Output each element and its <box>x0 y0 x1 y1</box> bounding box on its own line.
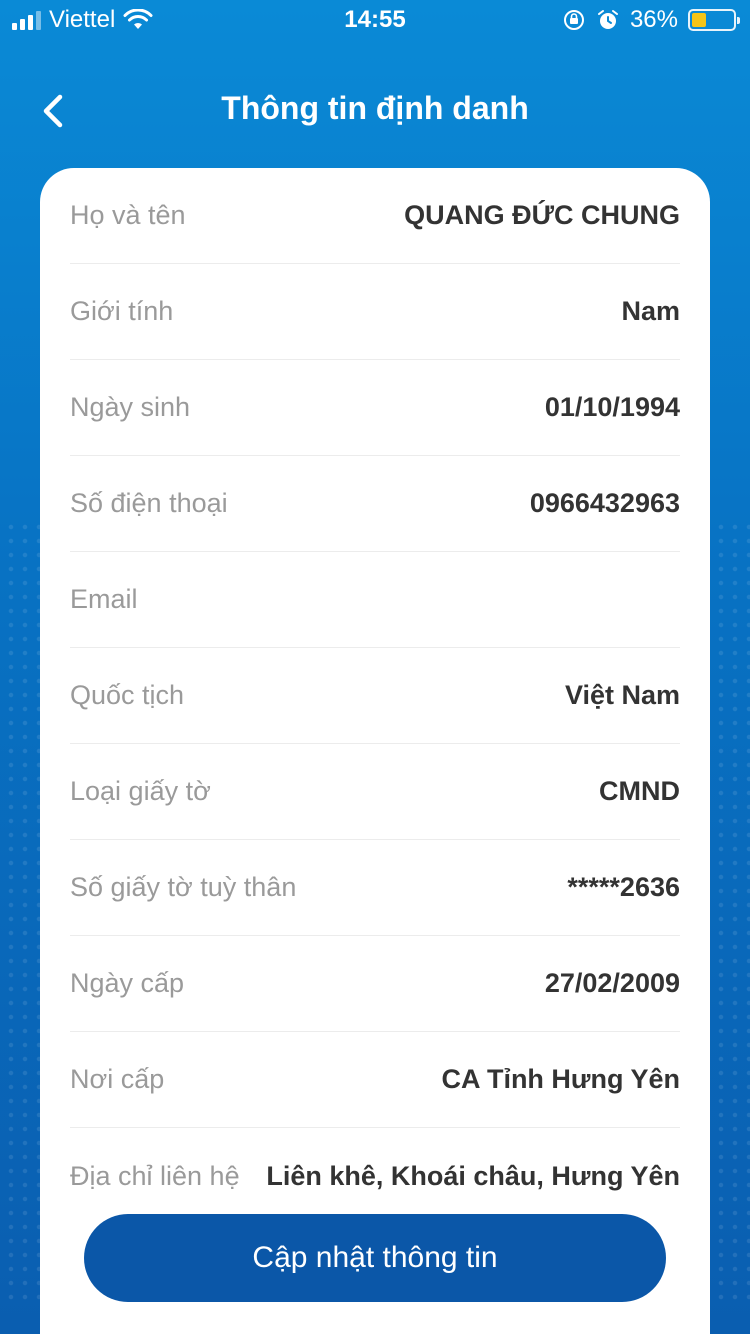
row-value: *****2636 <box>567 872 680 902</box>
battery-level <box>692 13 707 27</box>
rotation-lock-icon <box>563 10 584 30</box>
info-list: Họ và tên QUANG ĐỨC CHUNG Giới tính Nam … <box>40 168 710 1224</box>
status-bar-right: 36% <box>562 6 740 34</box>
battery-percent: 36% <box>629 6 678 33</box>
info-row-email: Email <box>70 552 680 648</box>
info-row-nationality: Quốc tịch Việt Nam <box>70 648 680 744</box>
row-value: QUANG ĐỨC CHUNG <box>404 200 680 230</box>
alarm-icon <box>597 10 618 29</box>
row-label: Số giấy tờ tuỳ thân <box>70 872 297 902</box>
row-label: Ngày sinh <box>70 392 191 422</box>
row-value: CA Tỉnh Hưng Yên <box>441 1064 680 1094</box>
row-value: 27/02/2009 <box>544 968 680 998</box>
row-label: Họ và tên <box>70 200 186 230</box>
info-row-birth-date: Ngày sinh 01/10/1994 <box>70 360 680 456</box>
row-value: Việt Nam <box>564 680 680 710</box>
info-row-gender: Giới tính Nam <box>70 264 680 360</box>
battery-icon <box>688 9 740 31</box>
update-info-button[interactable]: Cập nhật thông tin <box>84 1214 666 1302</box>
info-row-document-type: Loại giấy tờ CMND <box>70 744 680 840</box>
row-label: Email <box>70 584 138 614</box>
info-row-id-number: Số giấy tờ tuỳ thân *****2636 <box>70 840 680 936</box>
row-label: Địa chỉ liên hệ <box>70 1160 240 1191</box>
info-row-full-name: Họ và tên QUANG ĐỨC CHUNG <box>70 168 680 264</box>
status-bar: Viettel 14:55 36% <box>0 0 750 42</box>
row-label: Số điện thoại <box>70 488 228 518</box>
info-row-issue-date: Ngày cấp 27/02/2009 <box>70 936 680 1032</box>
row-label: Loại giấy tờ <box>70 776 211 806</box>
row-value: Liên khê, Khoái châu, Hưng Yên <box>266 1160 680 1191</box>
row-value: 0966432963 <box>529 488 680 518</box>
info-row-address: Địa chỉ liên hệ Liên khê, Khoái châu, Hư… <box>70 1128 680 1224</box>
row-label: Giới tính <box>70 296 174 326</box>
info-row-phone: Số điện thoại 0966432963 <box>70 456 680 552</box>
page-title: Thông tin định danh <box>221 90 529 126</box>
info-row-issue-place: Nơi cấp CA Tỉnh Hưng Yên <box>70 1032 680 1128</box>
row-value: CMND <box>599 776 680 806</box>
row-label: Quốc tịch <box>70 680 185 710</box>
row-value: 01/10/1994 <box>544 392 680 422</box>
nav-bar: Thông tin định danh <box>0 70 750 150</box>
row-label: Nơi cấp <box>70 1064 165 1094</box>
row-value: Nam <box>621 296 680 326</box>
identity-info-card: Họ và tên QUANG ĐỨC CHUNG Giới tính Nam … <box>40 168 710 1334</box>
row-label: Ngày cấp <box>70 968 185 998</box>
